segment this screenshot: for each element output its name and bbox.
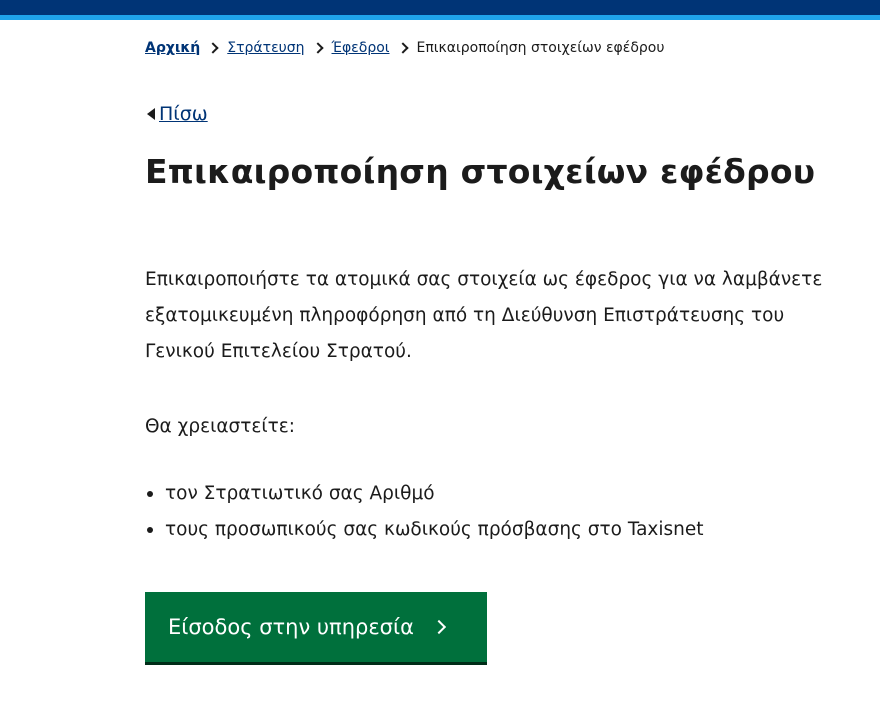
chevron-right-icon [396,42,409,54]
start-service-button-label: Είσοδος στην υπηρεσία [168,615,414,639]
back-link-wrapper: Πίσω [147,103,208,125]
header-bar [0,0,880,15]
breadcrumb-efedroi-link[interactable]: Έφεδροι [332,40,390,56]
chevron-right-icon [431,619,447,635]
breadcrumb: Αρχική Στράτευση Έφεδροι Επικαιροποίηση … [145,40,664,56]
intro-text: Επικαιροποιήστε τα ατομικά σας στοιχεία … [145,269,823,362]
chevron-right-icon [311,42,324,54]
requirements-list: τον Στρατιωτικό σας Αριθμό τους προσωπικ… [145,476,704,548]
requirements-heading: Θα χρειαστείτε: [145,416,296,437]
header-accent-stripe [0,15,880,20]
start-service-button[interactable]: Είσοδος στην υπηρεσία [145,592,487,662]
back-link[interactable]: Πίσω [159,103,208,125]
page-title: Επικαιροποίηση στοιχείων εφέδρου [145,152,816,191]
breadcrumb-current: Επικαιροποίηση στοιχείων εφέδρου [416,40,665,56]
back-arrow-icon [147,108,155,120]
list-item: τον Στρατιωτικό σας Αριθμό [145,476,704,512]
breadcrumb-stratefsi-link[interactable]: Στράτευση [227,40,304,56]
list-item: τους προσωπικούς σας κωδικούς πρόσβασης … [145,512,704,548]
breadcrumb-home-link[interactable]: Αρχική [145,40,200,56]
chevron-right-icon [207,42,219,54]
